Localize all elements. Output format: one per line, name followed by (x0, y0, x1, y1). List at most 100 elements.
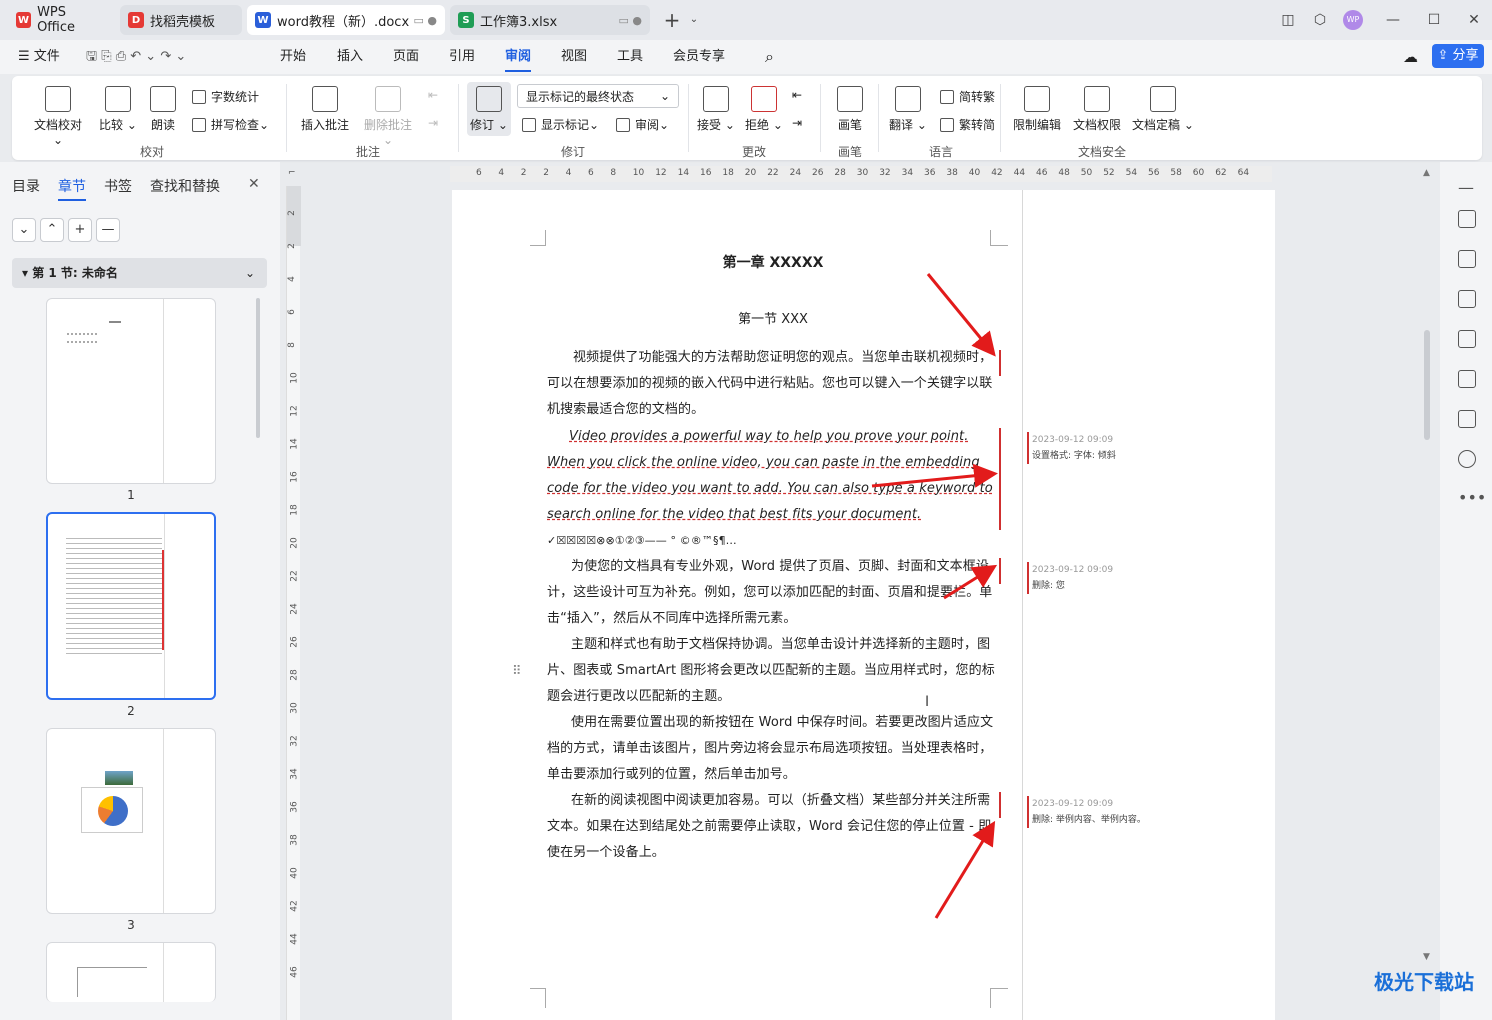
show-markup-button[interactable]: 显示标记 ⌄ (522, 116, 599, 133)
remove-section-button[interactable]: — (96, 218, 120, 242)
menu-tools[interactable]: 工具 (617, 47, 643, 67)
page-thumbnail-2[interactable] (46, 512, 216, 700)
next-comment-icon[interactable]: ⇥ (428, 116, 438, 130)
tab-template[interactable]: D 找稻壳模板 (120, 5, 242, 35)
read-icon (150, 86, 176, 112)
menu-insert[interactable]: 插入 (337, 47, 363, 67)
menu-home[interactable]: 开始 (280, 47, 306, 67)
share-button[interactable]: ⇪ 分享 (1432, 44, 1484, 68)
menu-bar: ☰ 文件 🖫 ⎘ ⎙ ↶ ⌄ ↷ ⌄ 开始 插入 页面 引用 审阅 视图 工具 … (0, 40, 1492, 74)
cube-icon[interactable]: ⬡ (1310, 10, 1330, 30)
ruler-tick-label: 42 (991, 168, 1003, 178)
add-section-button[interactable]: + (68, 218, 92, 242)
vertical-ruler[interactable]: 2 2 4 6 8 10 12 14 16 18 20 22 24 26 28 30 32 34 36 38 40 42 4… (286, 186, 301, 1020)
tab-workbook[interactable]: S 工作簿3.xlsx ▭ ● (450, 5, 650, 35)
ruler-tick-label: 4 (498, 168, 505, 178)
tab-close-icon[interactable]: ▭ ● (414, 14, 438, 27)
ruler-tick-label: 2 (543, 168, 549, 178)
section-header[interactable]: ▾ 第 1 节: 未命名 ⌄ (12, 258, 267, 288)
tab-list-icon[interactable]: ⌄ (684, 10, 704, 30)
pen-button[interactable]: 画笔 (830, 86, 870, 133)
prev-comment-icon[interactable]: ⇤ (428, 88, 438, 102)
page-number-2: 2 (127, 704, 135, 718)
chevron-down-icon: ⌄ (244, 266, 255, 280)
menu-page[interactable]: 页面 (393, 47, 419, 67)
select-icon[interactable] (1458, 250, 1476, 268)
search-icon[interactable]: ⌕ (765, 47, 774, 67)
ruler-margin-shade (287, 186, 301, 246)
doc-permission-button[interactable]: 文档权限 (1070, 86, 1124, 133)
word-doc-icon: W (255, 12, 271, 28)
page-thumbnail-4[interactable] (46, 942, 216, 1002)
edit-icon[interactable] (1458, 210, 1476, 228)
collapse-icon[interactable]: — (1458, 178, 1474, 197)
more-icon[interactable]: ••• (1458, 488, 1486, 507)
tab-wps-office[interactable]: W WPS Office (8, 5, 112, 35)
spell-check-button[interactable]: 拼写检查 ⌄ (192, 116, 269, 133)
tools-icon[interactable] (1458, 370, 1476, 388)
drag-handle-icon[interactable]: ⠿ (512, 664, 522, 679)
tab-find-replace[interactable]: 查找和替换 (150, 176, 220, 196)
doc-proof-button[interactable]: 文档校对 ⌄ (28, 86, 88, 147)
compare-button[interactable]: 比较 ⌄ (98, 86, 138, 133)
chevron-up-icon[interactable]: ⌃ (40, 218, 64, 242)
ruler-tick-label: 20 (289, 537, 300, 549)
insert-comment-button[interactable]: 插入批注 (298, 86, 352, 133)
to-simplified-button[interactable]: 繁转简 (940, 116, 995, 133)
vertical-scrollbar[interactable] (1424, 330, 1430, 440)
translate-button[interactable]: 翻译 ⌄ (888, 86, 928, 133)
track-changes-button[interactable]: 修订 ⌄ (467, 82, 511, 136)
spell-icon (192, 117, 206, 132)
file-menu[interactable]: ☰ 文件 (18, 47, 60, 67)
tab-section[interactable]: 章节 (58, 176, 86, 201)
thumb-pie (98, 796, 128, 826)
menu-member[interactable]: 会员专享 (673, 47, 725, 67)
quick-access-icons[interactable]: 🖫 ⎘ ⎙ ↶ ⌄ ↷ ⌄ (86, 47, 186, 67)
next-change-icon[interactable]: ⇥ (792, 116, 802, 130)
ruler-tick-label: 22 (767, 168, 779, 178)
word-count-button[interactable]: 字数统计 (192, 88, 259, 105)
map-icon[interactable] (1458, 410, 1476, 428)
menu-review[interactable]: 审阅 (505, 47, 532, 72)
reject-icon (751, 86, 777, 112)
page-thumbnail-1[interactable] (46, 298, 216, 484)
accept-button[interactable]: 接受 ⌄ (696, 86, 736, 133)
scroll-up-icon[interactable]: ▲ (1423, 168, 1430, 178)
markup-state-select[interactable]: 显示标记的最终状态 ⌄ (517, 84, 679, 108)
help-icon[interactable] (1458, 450, 1476, 468)
tab-bookmark[interactable]: 书签 (104, 176, 132, 196)
layout-icon[interactable]: ◫ (1278, 10, 1298, 30)
menu-view[interactable]: 视图 (561, 47, 587, 67)
maximize-icon[interactable]: ☐ (1424, 10, 1444, 30)
scroll-down-icon[interactable]: ▼ (1423, 952, 1430, 962)
minimize-icon[interactable]: — (1383, 10, 1403, 30)
restrict-edit-button[interactable]: 限制编辑 (1010, 86, 1064, 133)
close-icon[interactable]: ✕ (1464, 10, 1484, 30)
ai-icon[interactable] (1458, 330, 1476, 348)
close-icon[interactable]: ✕ (248, 176, 260, 192)
revision-balloon-1[interactable]: 2023-09-12 09:09 设置格式: 字体: 倾斜 (1027, 432, 1116, 464)
page-thumbnail-3[interactable] (46, 728, 216, 914)
delete-comment-button[interactable]: 删除批注 ⌄ (358, 86, 418, 147)
tab-toc[interactable]: 目录 (12, 176, 40, 196)
read-aloud-button[interactable]: 朗读 (148, 86, 178, 133)
adjust-icon[interactable] (1458, 290, 1476, 308)
reject-button[interactable]: 拒绝 ⌄ (744, 86, 784, 133)
chevron-down-icon[interactable]: ⌄ (12, 218, 36, 242)
revision-balloon-3[interactable]: 2023-09-12 09:09 删除: 举例内容、举例内容。 (1027, 796, 1146, 828)
review-pane-button[interactable]: 审阅 ⌄ (616, 116, 669, 133)
avatar[interactable]: WP (1343, 10, 1363, 30)
new-tab-icon[interactable]: + (662, 10, 682, 30)
revision-balloon-2[interactable]: 2023-09-12 09:09 删除: 您 (1027, 562, 1113, 594)
ruler-tick-label: 18 (289, 504, 300, 516)
finalize-button[interactable]: 文档定稿 ⌄ (1130, 86, 1196, 133)
tab-close-icon[interactable]: ▭ ● (619, 14, 643, 27)
horizontal-ruler[interactable]: 6 4 2 2 4 6 8 10 12 14 16 18 20 22 24 26 28 30 32 34 36 38 40 4… (450, 166, 1272, 182)
tab-word-doc[interactable]: W word教程（新）.docx ▭ ● (247, 5, 445, 35)
menu-reference[interactable]: 引用 (449, 47, 475, 67)
panel-scrollbar[interactable] (256, 298, 260, 438)
cloud-icon[interactable]: ☁ (1403, 47, 1418, 67)
to-traditional-button[interactable]: 简转繁 (940, 88, 995, 105)
proof-label: 文档校对 (33, 118, 82, 132)
prev-change-icon[interactable]: ⇤ (792, 88, 802, 102)
